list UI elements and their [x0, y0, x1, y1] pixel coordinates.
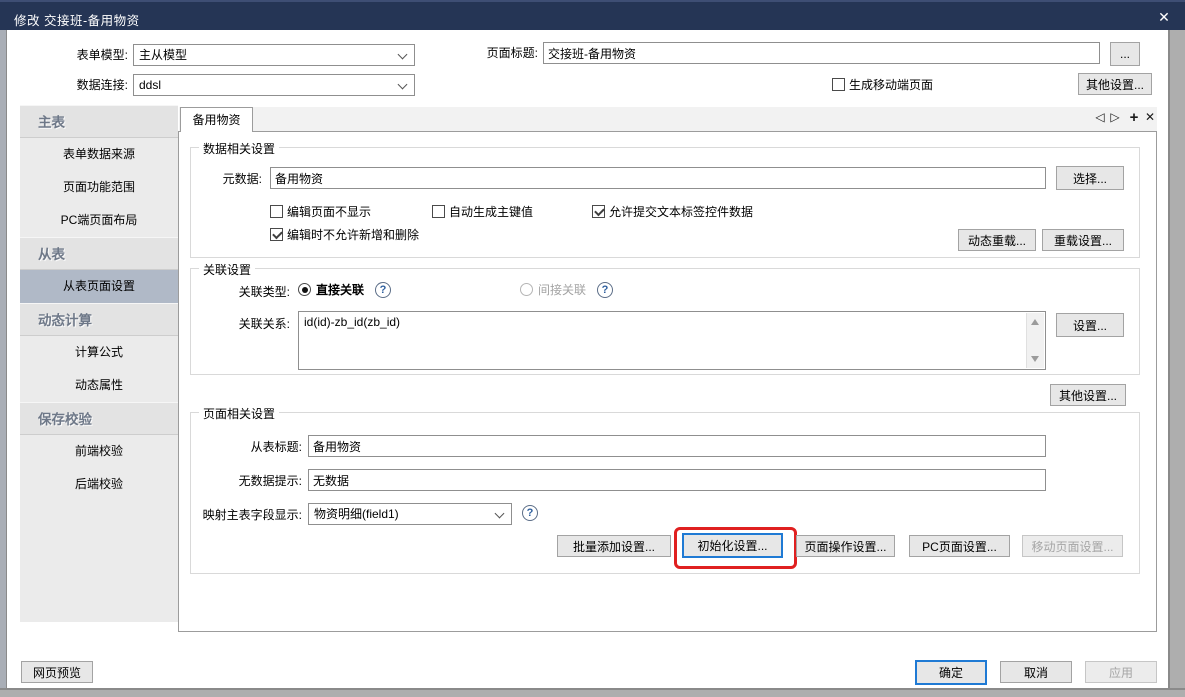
- no-data-input[interactable]: [308, 469, 1046, 491]
- sidebar-item-form-data-source[interactable]: 表单数据来源: [20, 138, 178, 171]
- scrollbar[interactable]: [1026, 313, 1044, 368]
- sidebar-item-page-scope[interactable]: 页面功能范围: [20, 171, 178, 204]
- form-model-select[interactable]: 主从模型: [133, 44, 415, 66]
- data-settings-group-title: 数据相关设置: [199, 140, 279, 157]
- chevron-down-icon: [495, 509, 505, 519]
- checkbox-allow-label-submit[interactable]: 允许提交文本标签控件数据: [592, 203, 753, 220]
- radio-icon: [520, 283, 533, 296]
- subtable-title-input[interactable]: [308, 435, 1046, 457]
- relation-type-label: 关联类型:: [190, 281, 290, 303]
- scroll-down-icon[interactable]: [1031, 356, 1039, 362]
- relation-set-button[interactable]: 设置...: [1056, 313, 1124, 337]
- metadata-label: 元数据:: [190, 168, 262, 190]
- tab-add-icon[interactable]: +: [1127, 109, 1141, 126]
- init-settings-button[interactable]: 初始化设置...: [682, 533, 783, 558]
- choose-button[interactable]: 选择...: [1056, 166, 1124, 190]
- checkbox-box: [592, 205, 605, 218]
- help-icon[interactable]: ?: [375, 282, 391, 298]
- help-icon[interactable]: ?: [597, 282, 613, 298]
- other-settings-top-button[interactable]: 其他设置...: [1078, 73, 1152, 95]
- form-model-value: 主从模型: [139, 48, 187, 62]
- radio-label: 直接关联: [316, 281, 364, 298]
- sidebar-header-sub-table: 从表: [20, 237, 178, 270]
- window-border-left: [0, 30, 7, 697]
- title-bar: 修改 交接班-备用物资 ✕: [0, 0, 1185, 30]
- sidebar: 主表 表单数据来源 页面功能范围 PC端页面布局 从表 从表页面设置 动态计算 …: [20, 105, 178, 622]
- web-preview-button[interactable]: 网页预览: [21, 661, 93, 683]
- metadata-input[interactable]: [270, 167, 1046, 189]
- page-settings-group-title: 页面相关设置: [199, 405, 279, 422]
- tab-close-icon[interactable]: ✕: [1143, 110, 1157, 124]
- checkbox-label: 编辑页面不显示: [287, 203, 371, 220]
- mobile-page-settings-button: 移动页面设置...: [1022, 535, 1123, 557]
- dynamic-reload-button[interactable]: 动态重载...: [958, 229, 1036, 251]
- checkbox-label: 编辑时不允许新增和删除: [287, 226, 419, 243]
- relation-expr-value: id(id)-zb_id(zb_id): [304, 315, 400, 329]
- checkbox-edit-page-hidden[interactable]: 编辑页面不显示: [270, 203, 371, 220]
- sidebar-item-back-check[interactable]: 后端校验: [20, 468, 178, 501]
- batch-add-settings-button[interactable]: 批量添加设置...: [557, 535, 671, 557]
- chevron-down-icon: [398, 50, 408, 60]
- checkbox-label: 自动生成主键值: [449, 203, 533, 220]
- radio-indirect-relation[interactable]: 间接关联 ?: [520, 281, 613, 298]
- sidebar-header-save-check: 保存校验: [20, 402, 178, 435]
- checkbox-box: [832, 78, 845, 91]
- page-title-more-button[interactable]: ...: [1110, 42, 1140, 66]
- sidebar-item-dynamic-attr[interactable]: 动态属性: [20, 369, 178, 402]
- radio-direct-relation[interactable]: 直接关联 ?: [298, 281, 391, 298]
- check-icon: [594, 206, 605, 217]
- no-data-label: 无数据提示:: [190, 470, 302, 492]
- sidebar-item-pc-layout[interactable]: PC端页面布局: [20, 204, 178, 237]
- form-model-label: 表单模型:: [58, 44, 128, 66]
- data-connection-value: ddsl: [139, 78, 161, 92]
- gen-mobile-checkbox[interactable]: 生成移动端页面: [832, 76, 933, 93]
- window-title: 修改 交接班-备用物资: [14, 10, 140, 29]
- reload-settings-button[interactable]: 重载设置...: [1042, 229, 1124, 251]
- relation-expr-label: 关联关系:: [190, 313, 290, 335]
- page-op-settings-button[interactable]: 页面操作设置...: [796, 535, 895, 557]
- sidebar-item-front-check[interactable]: 前端校验: [20, 435, 178, 468]
- checkbox-auto-primary-key[interactable]: 自动生成主键值: [432, 203, 533, 220]
- window-border-bottom: [0, 688, 1185, 697]
- ok-button[interactable]: 确定: [915, 660, 987, 685]
- mapping-field-value: 物资明细(field1): [314, 507, 399, 521]
- radio-label: 间接关联: [538, 281, 586, 298]
- help-icon[interactable]: ?: [522, 505, 538, 521]
- radio-dot: [302, 287, 308, 293]
- radio-icon: [298, 283, 311, 296]
- check-icon: [272, 229, 283, 240]
- close-icon[interactable]: ✕: [1150, 7, 1178, 27]
- subtable-title-label: 从表标题:: [190, 436, 302, 458]
- apply-button: 应用: [1085, 661, 1157, 683]
- cancel-button[interactable]: 取消: [1000, 661, 1072, 683]
- gen-mobile-label: 生成移动端页面: [849, 76, 933, 93]
- mapping-field-label: 映射主表字段显示:: [186, 504, 302, 526]
- sidebar-item-subtable-page-settings[interactable]: 从表页面设置: [20, 270, 178, 303]
- other-settings-relation-button[interactable]: 其他设置...: [1050, 384, 1126, 406]
- checkbox-box: [270, 228, 283, 241]
- scroll-up-icon[interactable]: [1031, 319, 1039, 325]
- tab-backup-materials[interactable]: 备用物资: [180, 107, 253, 132]
- relation-expr-textarea[interactable]: id(id)-zb_id(zb_id): [298, 311, 1046, 370]
- checkbox-no-add-delete-on-edit[interactable]: 编辑时不允许新增和删除: [270, 226, 419, 243]
- window-border-right: [1168, 30, 1185, 697]
- sidebar-item-calc-formula[interactable]: 计算公式: [20, 336, 178, 369]
- relation-settings-group-title: 关联设置: [199, 261, 255, 278]
- data-connection-label: 数据连接:: [58, 74, 128, 96]
- tab-prev-icon[interactable]: ◁: [1093, 110, 1107, 124]
- pc-page-settings-button[interactable]: PC页面设置...: [909, 535, 1010, 557]
- tab-next-icon[interactable]: ▷: [1108, 110, 1122, 124]
- sidebar-header-main-table: 主表: [20, 105, 178, 138]
- checkbox-box: [432, 205, 445, 218]
- tab-strip: [179, 107, 1157, 131]
- data-connection-select[interactable]: ddsl: [133, 74, 415, 96]
- page-title-input[interactable]: [543, 42, 1100, 64]
- checkbox-label: 允许提交文本标签控件数据: [609, 203, 753, 220]
- mapping-field-select[interactable]: 物资明细(field1): [308, 503, 512, 525]
- checkbox-box: [270, 205, 283, 218]
- sidebar-header-dynamic-calc: 动态计算: [20, 303, 178, 336]
- chevron-down-icon: [398, 80, 408, 90]
- page-title-label: 页面标题:: [468, 42, 538, 64]
